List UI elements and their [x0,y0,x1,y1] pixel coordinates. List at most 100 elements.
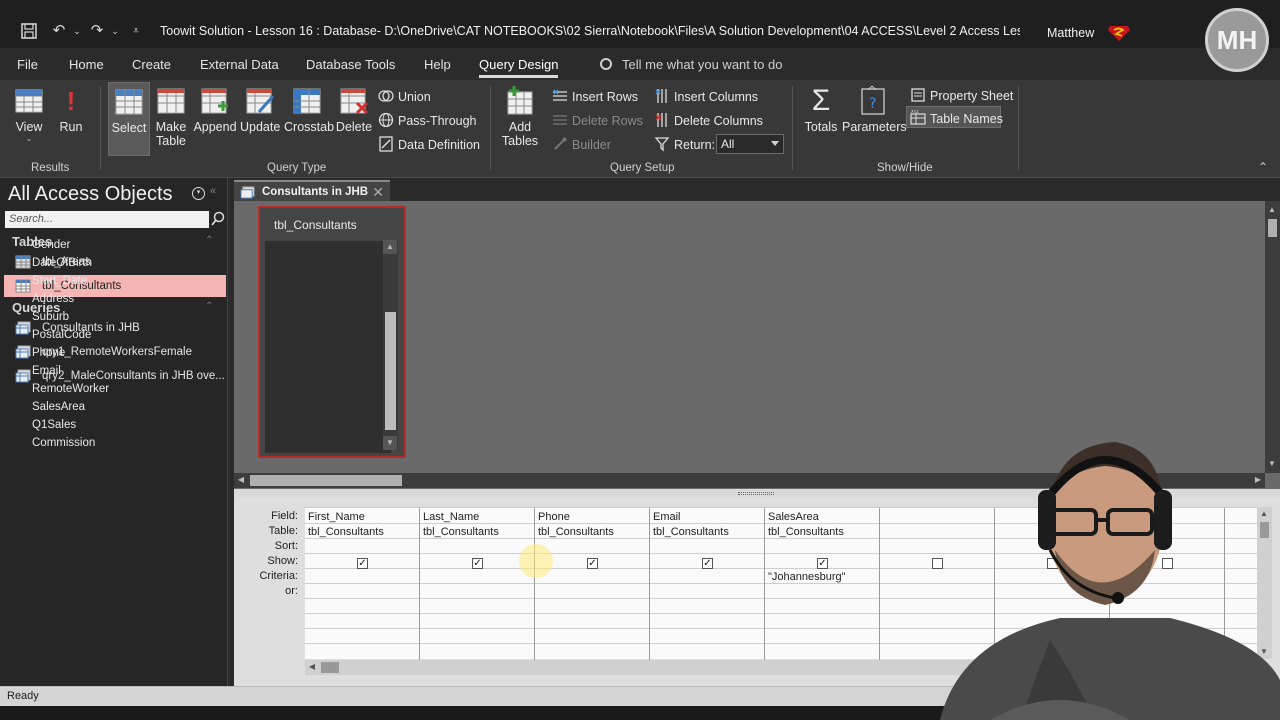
scroll-thumb[interactable] [385,312,396,430]
show-checkbox[interactable]: ✓ [817,558,828,569]
delete-label: Delete [335,120,373,134]
field-cell[interactable]: SalesArea [768,511,819,523]
field-item[interactable]: PostalCode [32,329,91,341]
tab-external-data[interactable]: External Data [200,57,279,72]
undo-icon[interactable]: ↶ [50,22,68,40]
crosstab-button[interactable]: Crosstab [284,86,334,134]
table-cell[interactable]: tbl_Consultants [308,526,384,538]
grid-column[interactable]: Last_Name tbl_Consultants ✓ [420,508,535,660]
collapse-ribbon-icon[interactable]: ⌃ [1258,160,1268,174]
field-cell[interactable]: Email [653,511,681,523]
scroll-up-icon[interactable]: ▲ [1265,203,1279,217]
query-icon [15,321,31,335]
update-label: Update [240,120,281,134]
field-cell[interactable]: First_Name [308,511,365,523]
grid-column[interactable]: Phone tbl_Consultants ✓ [535,508,650,660]
view-button[interactable]: View ⌄ [10,86,48,143]
add-tables-label-1: Add [508,120,532,134]
property-sheet-button[interactable]: Property Sheet [910,87,1013,103]
customize-qat-icon[interactable]: ⩡ [127,22,145,40]
undo-dropdown-icon[interactable]: ⌄ [68,22,86,40]
data-definition-button[interactable]: Data Definition [378,136,480,152]
scroll-thumb[interactable] [321,662,339,673]
show-checkbox[interactable]: ✓ [357,558,368,569]
splitter-grip[interactable] [738,492,774,495]
save-icon[interactable] [20,22,38,40]
show-checkbox[interactable]: ✓ [702,558,713,569]
delete-query-button[interactable]: Delete [334,86,374,134]
show-checkbox[interactable]: ✓ [587,558,598,569]
collapse-group-icon[interactable]: ⌃ [205,235,213,246]
make-table-button[interactable]: Make Table [154,86,188,148]
user-name[interactable]: Matthew [1047,26,1094,40]
webcam-presenter-image [940,442,1280,720]
run-label: Run [59,120,83,134]
show-checkbox[interactable]: ✓ [472,558,483,569]
field-item[interactable]: RemoteWorker [32,383,109,395]
table-cell[interactable]: tbl_Consultants [538,526,614,538]
user-avatar-icon[interactable] [1108,24,1130,42]
grid-column[interactable]: SalesArea tbl_Consultants ✓ "Johannesbur… [765,508,880,660]
field-item[interactable]: SalesArea [32,401,85,413]
collapse-group-icon[interactable]: ⌃ [205,301,213,312]
builder-button: Builder [552,136,611,152]
shutter-bar-icon[interactable]: « [210,185,216,197]
update-button[interactable]: Update [240,86,280,134]
table-cell[interactable]: tbl_Consultants [768,526,844,538]
scroll-left-icon[interactable]: ◀ [305,660,319,674]
field-item[interactable]: Gender [32,239,70,251]
field-item[interactable]: Suburb [32,311,69,323]
field-cell[interactable]: Last_Name [423,511,479,523]
field-item[interactable]: Email [32,365,61,377]
tab-help[interactable]: Help [424,57,451,72]
tab-create[interactable]: Create [132,57,171,72]
tab-database-tools[interactable]: Database Tools [306,57,395,72]
scroll-up-icon[interactable]: ▲ [383,240,397,254]
parameters-button[interactable]: ? Parameters [842,86,907,134]
insert-columns-button[interactable]: Insert Columns [654,88,758,104]
pass-through-button[interactable]: Pass-Through [378,112,477,128]
totals-button[interactable]: Σ Totals [802,86,840,135]
redo-icon[interactable]: ↷ [88,22,106,40]
grid-column[interactable]: Email tbl_Consultants ✓ [650,508,765,660]
scroll-thumb[interactable] [1268,219,1277,237]
grid-column[interactable]: First_Name tbl_Consultants ✓ [305,508,420,660]
document-tab[interactable]: Consultants in JHB ✕ [234,180,390,202]
field-item[interactable]: DateOfBirth [32,257,92,269]
delete-columns-button[interactable]: Delete Columns [654,112,763,128]
nav-menu-icon[interactable]: ▾ [192,187,205,200]
field-cell[interactable]: Phone [538,511,570,523]
nav-title[interactable]: All Access Objects [8,183,173,206]
return-select[interactable]: All [716,134,784,154]
group-separator [792,86,793,170]
union-button[interactable]: Union [378,88,431,104]
field-item[interactable]: Q1Sales [32,419,76,431]
tell-me-box[interactable]: Tell me what you want to do [600,57,782,72]
add-tables-button[interactable]: Add Tables [500,86,540,148]
redo-dropdown-icon[interactable]: ⌄ [106,22,124,40]
field-list-scrollbar[interactable]: ▲ ▼ [383,240,398,450]
scroll-thumb[interactable] [250,475,402,486]
field-item[interactable]: Commission [32,437,95,449]
insert-columns-label: Insert Columns [674,90,759,104]
field-item[interactable]: Start_Date [32,275,87,287]
select-query-button[interactable]: Select [108,82,150,156]
criteria-cell[interactable]: "Johannesburg" [768,571,846,583]
scroll-down-icon[interactable]: ▼ [383,436,397,450]
tab-query-design[interactable]: Query Design [479,57,559,78]
field-item[interactable]: Phone [32,347,65,359]
field-item[interactable]: Address [32,293,74,305]
table-cell[interactable]: tbl_Consultants [653,526,729,538]
tab-home[interactable]: Home [69,57,104,72]
table-names-button[interactable]: XYZ Table Names [910,110,1003,126]
nav-search-input[interactable]: Search... [5,211,209,228]
search-icon[interactable] [211,211,225,227]
tab-file[interactable]: File [17,57,38,72]
insert-rows-button[interactable]: Insert Rows [552,88,638,104]
run-button[interactable]: ! Run [56,86,86,134]
table-cell[interactable]: tbl_Consultants [423,526,499,538]
scroll-left-icon[interactable]: ◀ [234,473,248,487]
append-button[interactable]: Append [192,86,238,134]
close-icon[interactable]: ✕ [372,184,384,201]
ribbon: View ⌄ ! Run Results Select Make Table A… [0,80,1280,178]
